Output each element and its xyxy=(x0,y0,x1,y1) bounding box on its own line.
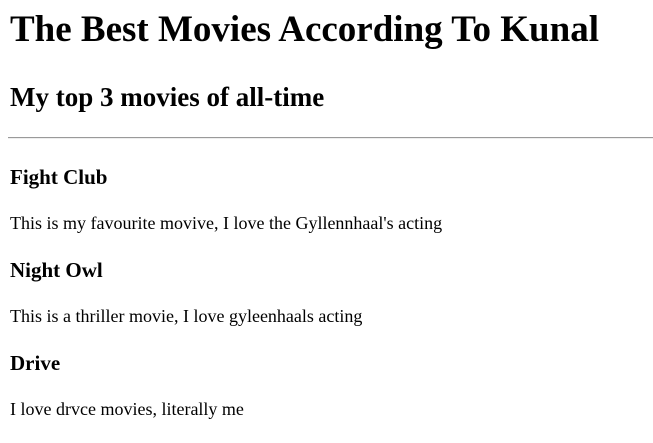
movie-title: Night Owl xyxy=(10,258,103,282)
movie-description: I love drvce movies, literally me xyxy=(10,399,244,419)
page-content: The Best Movies According To Kunal My to… xyxy=(0,0,653,420)
page-subtitle: My top 3 movies of all-time xyxy=(10,82,325,112)
movie-description: This is my favourite movive, I love the … xyxy=(10,213,443,233)
movie-item: Night Owl This is a thriller movie, I lo… xyxy=(10,257,643,327)
movie-item: Fight Club This is my favourite movive, … xyxy=(10,164,643,234)
movie-title: Fight Club xyxy=(10,165,108,189)
movie-title: Drive xyxy=(10,351,61,375)
movie-description: This is a thriller movie, I love gyleenh… xyxy=(10,306,363,326)
movie-item: Drive I love drvce movies, literally me xyxy=(10,350,643,420)
divider xyxy=(8,137,653,139)
page-title: The Best Movies According To Kunal xyxy=(10,9,599,50)
